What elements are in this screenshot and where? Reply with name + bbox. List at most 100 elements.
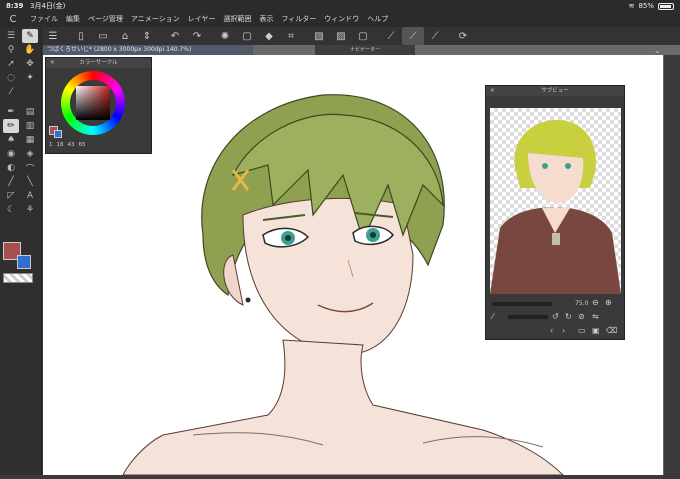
- rotate-right-icon[interactable]: ↻: [565, 312, 572, 321]
- menu-filter[interactable]: フィルター: [277, 12, 320, 27]
- zoom-slider[interactable]: [492, 302, 552, 306]
- clear-icon[interactable]: ▢: [236, 27, 258, 45]
- menu-edit[interactable]: 編集: [62, 12, 84, 27]
- color-value: 18: [56, 142, 64, 148]
- menu-animation[interactable]: アニメーション: [127, 12, 184, 27]
- tool-palette: ☰ ✎ ⚲ ✋ ➚ ✥ ◌ ✦ ⁄ ✒ ▤ ✏ ▥ ♠ ▦ ◉ ◈ ◐ ⌒ ╱ ╲ ◸ A ☾ ⚘: [0, 27, 42, 475]
- menu-page[interactable]: ページ管理: [84, 12, 127, 27]
- delete-icon[interactable]: ⌫: [606, 326, 617, 335]
- snap-grid-icon[interactable]: ⟋: [424, 27, 446, 45]
- close-icon[interactable]: ✕: [490, 86, 495, 96]
- color-panel-titlebar[interactable]: ✕ カラーサークル: [46, 58, 151, 68]
- frame-icon[interactable]: ◸: [3, 189, 19, 203]
- decoration-icon[interactable]: ♠: [3, 133, 19, 147]
- color-panel-title: カラーサークル: [79, 60, 118, 66]
- save-icon[interactable]: ⌂: [114, 27, 136, 45]
- move-icon[interactable]: ✥: [22, 57, 38, 71]
- sub-color-swatch[interactable]: [17, 255, 31, 269]
- pencil-icon[interactable]: ✏: [3, 119, 19, 133]
- redo-icon[interactable]: ↷: [186, 27, 208, 45]
- invert-selection-icon[interactable]: ▨: [330, 27, 352, 45]
- eyedropper-icon[interactable]: ⁄: [3, 85, 19, 99]
- battery-icon: [658, 2, 674, 10]
- balloon-icon[interactable]: ☾: [3, 203, 19, 217]
- airbrush-icon[interactable]: ▥: [22, 119, 38, 133]
- pen-icon[interactable]: ✒: [3, 105, 19, 119]
- zoom-icon[interactable]: ⚲: [3, 43, 19, 57]
- menu-layer[interactable]: レイヤー: [184, 12, 220, 27]
- gesture-icon[interactable]: ⟳: [452, 27, 474, 45]
- snap-curve-icon[interactable]: ⟋: [402, 27, 424, 45]
- crop-icon[interactable]: ⌗: [280, 27, 302, 45]
- sub-view-panel: ✕ サブビュー 75.0 ⊖ ⊕ ⁄ ↺ ↻ ⊘ ⇋ ‹ › ▭ ▣ ⌫: [485, 85, 625, 340]
- sub-view-controls: 75.0 ⊖ ⊕ ⁄ ↺ ↻ ⊘ ⇋ ‹ › ▭ ▣ ⌫: [490, 298, 621, 338]
- magic-wand-icon[interactable]: ✦: [22, 71, 38, 85]
- menu-view[interactable]: 表示: [255, 12, 277, 27]
- flip-icon[interactable]: ⇋: [592, 312, 599, 321]
- menu-selection[interactable]: 選択範囲: [219, 12, 255, 27]
- previous-icon[interactable]: ‹: [550, 326, 553, 335]
- hamburger-icon[interactable]: ☰: [3, 29, 19, 43]
- color-value: 1: [49, 142, 53, 148]
- export-icon[interactable]: ⇕: [136, 27, 158, 45]
- color-circle-panel: ✕ カラーサークル 1 18 43 65: [45, 57, 152, 154]
- lasso-icon[interactable]: ◌: [3, 71, 19, 85]
- zoom-in-icon[interactable]: ⊕: [605, 298, 612, 307]
- hand-icon[interactable]: ✋: [22, 43, 38, 57]
- line-icon[interactable]: ╱: [3, 175, 19, 189]
- correction-icon[interactable]: ⚘: [22, 203, 38, 217]
- next-icon[interactable]: ›: [562, 326, 565, 335]
- vertical-scrollbar[interactable]: [664, 55, 680, 475]
- rotate-slider[interactable]: [508, 315, 548, 319]
- menu-help[interactable]: ヘルプ: [363, 12, 392, 27]
- fill-icon[interactable]: ◆: [258, 27, 280, 45]
- open-folder-icon[interactable]: ▭: [92, 27, 114, 45]
- fill-tool-icon[interactable]: ◈: [22, 147, 38, 161]
- menu-file[interactable]: ファイル: [26, 12, 62, 27]
- navigator-panel-title[interactable]: ナビゲーター: [315, 45, 415, 55]
- sub-view-titlebar[interactable]: ✕ サブビュー: [486, 86, 624, 96]
- selection-icon[interactable]: ▢: [352, 27, 374, 45]
- close-icon[interactable]: ✕: [50, 58, 55, 68]
- color-values: 1 18 43 65: [49, 142, 149, 148]
- undo-icon[interactable]: ↶: [164, 27, 186, 45]
- app-logo-icon[interactable]: C: [0, 12, 26, 27]
- loading-icon[interactable]: ✺: [214, 27, 236, 45]
- color-value: 65: [78, 142, 86, 148]
- status-right: ≋ 85%: [629, 0, 674, 12]
- sub-color-mini-swatch[interactable]: [54, 130, 62, 138]
- operation-icon[interactable]: ➚: [3, 57, 19, 71]
- brush-icon[interactable]: ▤: [22, 105, 38, 119]
- blend-icon[interactable]: ◉: [3, 147, 19, 161]
- color-value: 43: [67, 142, 75, 148]
- gradient-icon[interactable]: ◐: [3, 161, 19, 175]
- eyedropper-icon[interactable]: ⁄: [492, 312, 493, 321]
- reference-image: [490, 119, 621, 294]
- clear-image-icon[interactable]: ▣: [592, 326, 600, 335]
- sub-view-image[interactable]: [490, 108, 621, 294]
- pen-tool-icon[interactable]: ✎: [22, 29, 38, 43]
- hamburger-icon[interactable]: ☰: [42, 27, 64, 45]
- chevron-down-icon[interactable]: ⌄: [654, 46, 661, 55]
- zoom-value: 75.0: [575, 300, 589, 307]
- hue-wheel[interactable]: [61, 71, 125, 135]
- deselect-icon[interactable]: ▧: [308, 27, 330, 45]
- zoom-out-icon[interactable]: ⊖: [592, 298, 599, 307]
- text-icon[interactable]: A: [22, 189, 38, 203]
- ruler-snap-icon[interactable]: ⟋: [380, 27, 402, 45]
- sub-view-title: サブビュー: [541, 88, 569, 94]
- rotate-left-icon[interactable]: ↺: [552, 312, 559, 321]
- command-bar: ☰ ▯ ▭ ⌂ ⇕ ↶ ↷ ✺ ▢ ◆ ⌗ ▧ ▨ ▢ ⟋ ⟋ ⟋ ⟳: [42, 27, 680, 45]
- document-tab[interactable]: つばくろせいじ* (2800 x 3000px 300dpi 140.7%): [43, 45, 253, 55]
- battery-percent: 85%: [638, 2, 654, 10]
- saturation-value-square[interactable]: [76, 86, 110, 120]
- reset-icon[interactable]: ⊘: [578, 312, 585, 321]
- eraser-icon[interactable]: ▦: [22, 133, 38, 147]
- new-file-icon[interactable]: ▯: [70, 27, 92, 45]
- import-image-icon[interactable]: ▭: [578, 326, 586, 335]
- figure-icon[interactable]: ⌒: [22, 161, 38, 175]
- menu-window[interactable]: ウィンドウ: [320, 12, 363, 27]
- ruler-icon[interactable]: ╲: [22, 175, 38, 189]
- menu-bar: C ファイル 編集 ページ管理 アニメーション レイヤー 選択範囲 表示 フィル…: [0, 12, 680, 27]
- transparent-color-swatch[interactable]: [3, 273, 33, 283]
